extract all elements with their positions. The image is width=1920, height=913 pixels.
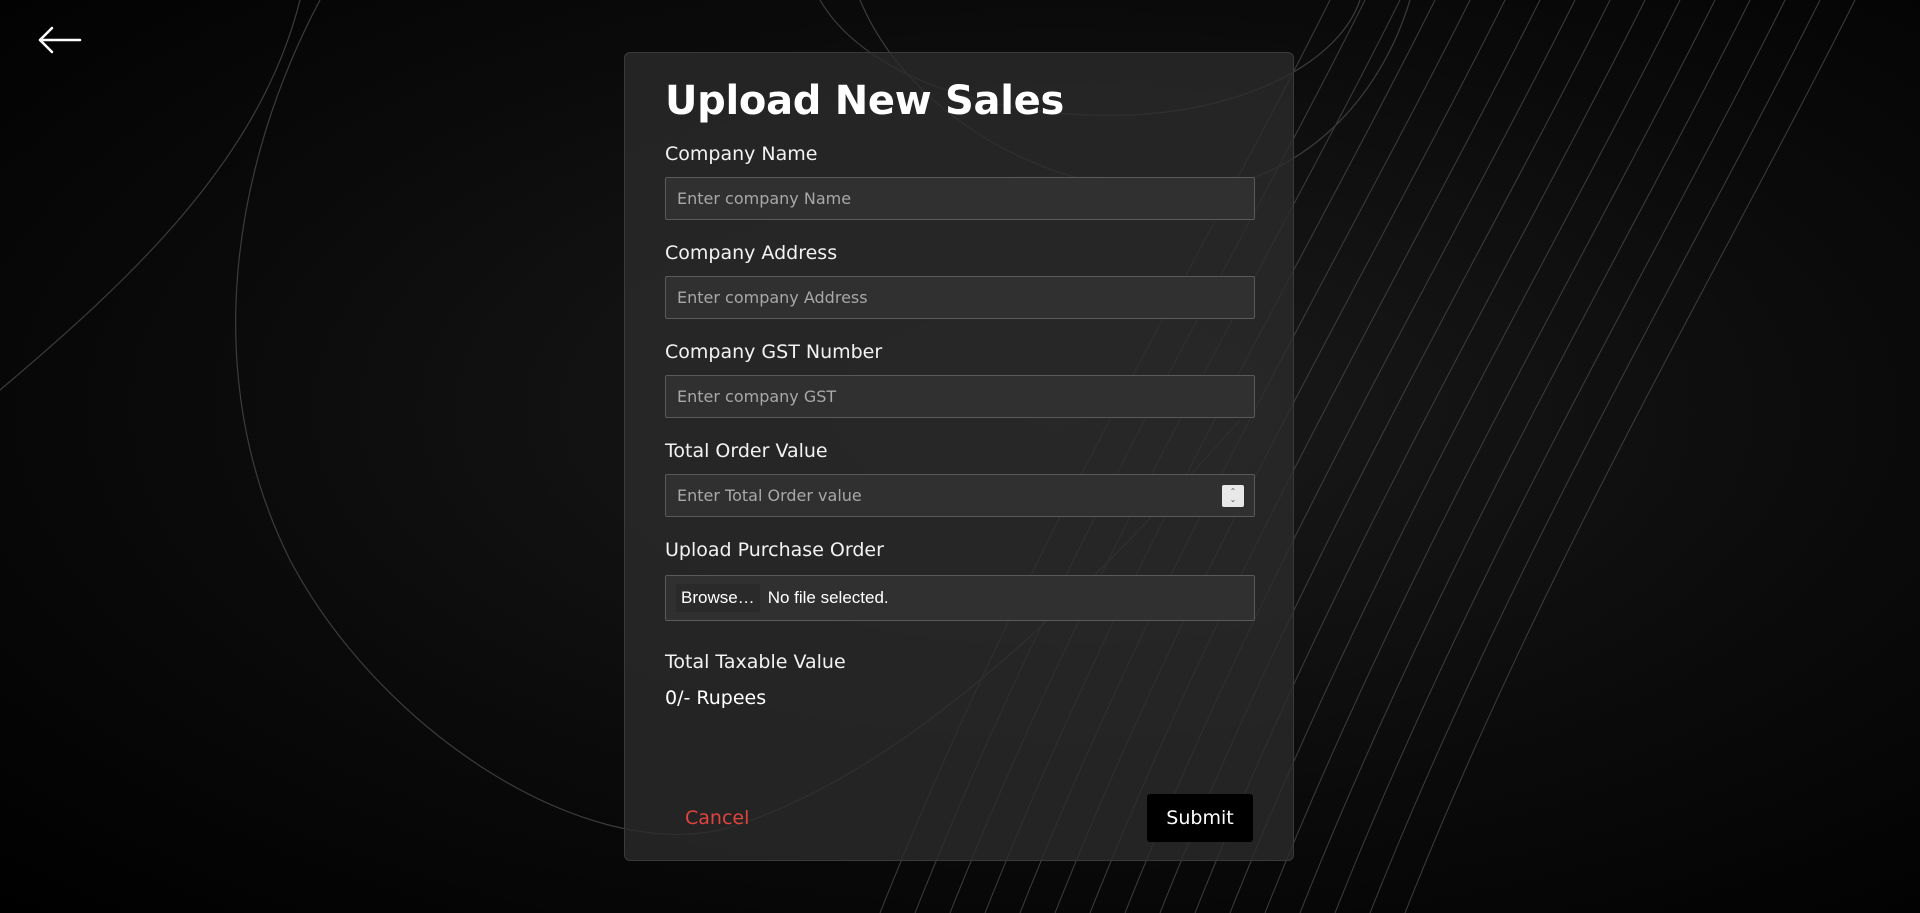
company-name-input[interactable] (666, 178, 1254, 219)
company-name-label: Company Name (665, 143, 818, 165)
company-gst-input-box (665, 375, 1255, 418)
total-order-value-field: Total Order Value ⌃ ⌄ (665, 438, 1255, 517)
total-order-value-label: Total Order Value (665, 440, 828, 462)
company-address-label: Company Address (665, 242, 838, 264)
upload-sales-form: Upload New Sales Company Name Company Ad… (624, 52, 1294, 861)
company-name-input-box (665, 177, 1255, 220)
file-upload-input[interactable]: Browse… No file selected. (665, 575, 1255, 621)
page: Upload New Sales Company Name Company Ad… (0, 0, 1920, 913)
total-taxable-value: 0/- Rupees (665, 687, 767, 709)
back-button[interactable] (36, 22, 84, 58)
company-gst-input[interactable] (666, 376, 1254, 417)
arrow-left-icon (38, 26, 82, 54)
company-address-field: Company Address (665, 240, 1255, 319)
cancel-button[interactable]: Cancel (685, 794, 749, 842)
form-title: Upload New Sales (665, 78, 1064, 124)
company-address-input-box (665, 276, 1255, 319)
number-stepper[interactable]: ⌃ ⌄ (1222, 485, 1244, 507)
company-address-input[interactable] (666, 277, 1254, 318)
upload-purchase-order-field: Upload Purchase Order Browse… No file se… (665, 537, 1255, 621)
submit-button[interactable]: Submit (1147, 794, 1253, 842)
stepper-down-icon[interactable]: ⌄ (1230, 496, 1237, 504)
company-gst-field: Company GST Number (665, 339, 1255, 418)
file-status-text: No file selected. (767, 588, 889, 607)
total-order-value-input-box: ⌃ ⌄ (665, 474, 1255, 517)
company-gst-label: Company GST Number (665, 341, 883, 363)
company-name-field: Company Name (665, 141, 1255, 220)
total-order-value-input[interactable] (666, 475, 1254, 516)
browse-button[interactable]: Browse… (676, 584, 760, 612)
form-actions: Cancel Submit (665, 794, 1253, 842)
upload-purchase-order-label: Upload Purchase Order (665, 539, 884, 561)
total-taxable-value-label: Total Taxable Value (665, 651, 846, 673)
